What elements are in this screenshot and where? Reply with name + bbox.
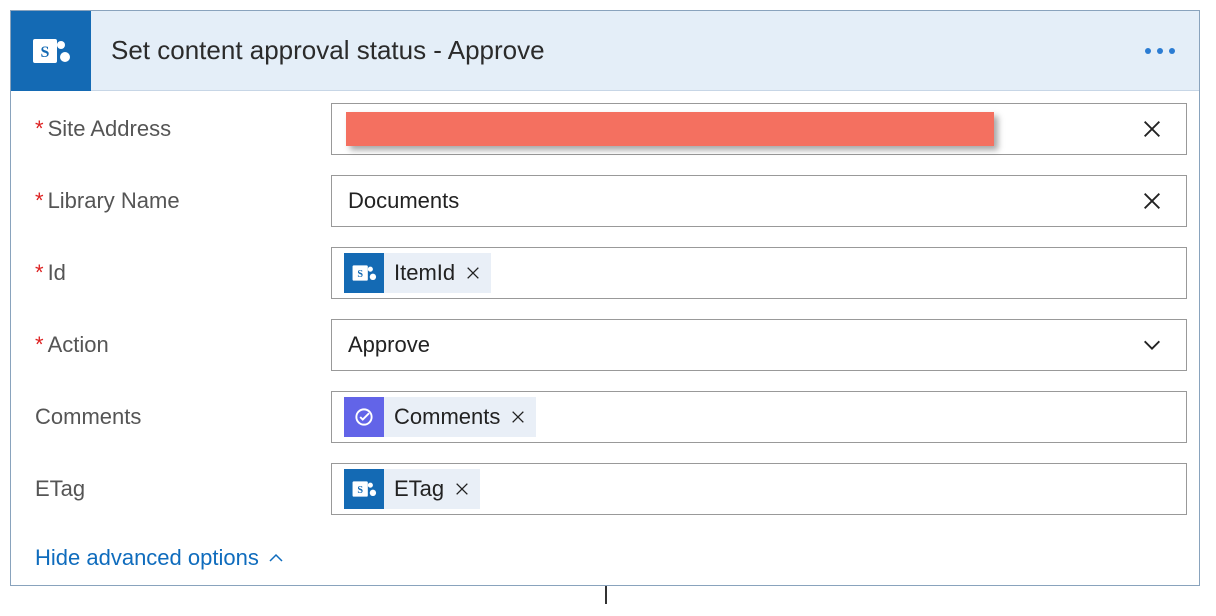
card-header: S Set content approval status - Approve <box>11 11 1199 91</box>
required-marker: * <box>35 116 44 142</box>
dynamic-token-itemid[interactable]: S ItemId <box>344 253 491 293</box>
label-text: Comments <box>35 404 141 430</box>
label-library-name: * Library Name <box>35 188 331 214</box>
dynamic-token-comments[interactable]: Comments <box>344 397 536 437</box>
label-site-address: * Site Address <box>35 116 331 142</box>
input-etag[interactable]: S ETag <box>331 463 1187 515</box>
label-text: Action <box>48 332 109 358</box>
label-text: Library Name <box>48 188 180 214</box>
label-comments: Comments <box>35 404 331 430</box>
input-site-address[interactable] <box>331 103 1187 155</box>
field-value: Approve <box>340 332 1126 358</box>
row-id: * Id S ItemId <box>35 247 1187 299</box>
chevron-up-icon <box>267 549 285 567</box>
dynamic-token-etag[interactable]: S ETag <box>344 469 480 509</box>
token-label: ETag <box>394 476 444 502</box>
row-comments: Comments Comments <box>35 391 1187 443</box>
hide-advanced-options-link[interactable]: Hide advanced options <box>35 535 285 577</box>
remove-token-icon[interactable] <box>510 409 526 425</box>
row-library-name: * Library Name Documents <box>35 175 1187 227</box>
chevron-down-icon[interactable] <box>1126 319 1178 371</box>
input-comments[interactable]: Comments <box>331 391 1187 443</box>
card-title: Set content approval status - Approve <box>91 35 1145 66</box>
flow-connector <box>605 586 607 604</box>
more-menu-icon[interactable] <box>1145 48 1199 54</box>
svg-text:S: S <box>41 44 50 61</box>
label-action: * Action <box>35 332 331 358</box>
clear-icon[interactable] <box>1126 103 1178 155</box>
token-label: ItemId <box>394 260 455 286</box>
input-id[interactable]: S ItemId <box>331 247 1187 299</box>
label-id: * Id <box>35 260 331 286</box>
clear-icon[interactable] <box>1126 175 1178 227</box>
remove-token-icon[interactable] <box>465 265 481 281</box>
row-site-address: * Site Address <box>35 103 1187 155</box>
label-text: ETag <box>35 476 85 502</box>
row-etag: ETag S ETag <box>35 463 1187 515</box>
required-marker: * <box>35 188 44 214</box>
token-label: Comments <box>394 404 500 430</box>
redacted-value <box>346 112 994 146</box>
label-etag: ETag <box>35 476 331 502</box>
remove-token-icon[interactable] <box>454 481 470 497</box>
required-marker: * <box>35 260 44 286</box>
approvals-icon <box>344 397 384 437</box>
sharepoint-icon: S <box>344 253 384 293</box>
action-card: S Set content approval status - Approve … <box>10 10 1200 586</box>
label-text: Id <box>48 260 66 286</box>
field-value: Documents <box>340 188 1126 214</box>
required-marker: * <box>35 332 44 358</box>
sharepoint-icon: S <box>344 469 384 509</box>
card-body: * Site Address * Library Name Documents <box>11 91 1199 585</box>
select-action[interactable]: Approve <box>331 319 1187 371</box>
svg-text:S: S <box>357 269 363 280</box>
row-action: * Action Approve <box>35 319 1187 371</box>
sharepoint-icon: S <box>11 11 91 91</box>
input-library-name[interactable]: Documents <box>331 175 1187 227</box>
label-text: Site Address <box>48 116 172 142</box>
svg-text:S: S <box>357 485 363 496</box>
link-text: Hide advanced options <box>35 545 259 571</box>
